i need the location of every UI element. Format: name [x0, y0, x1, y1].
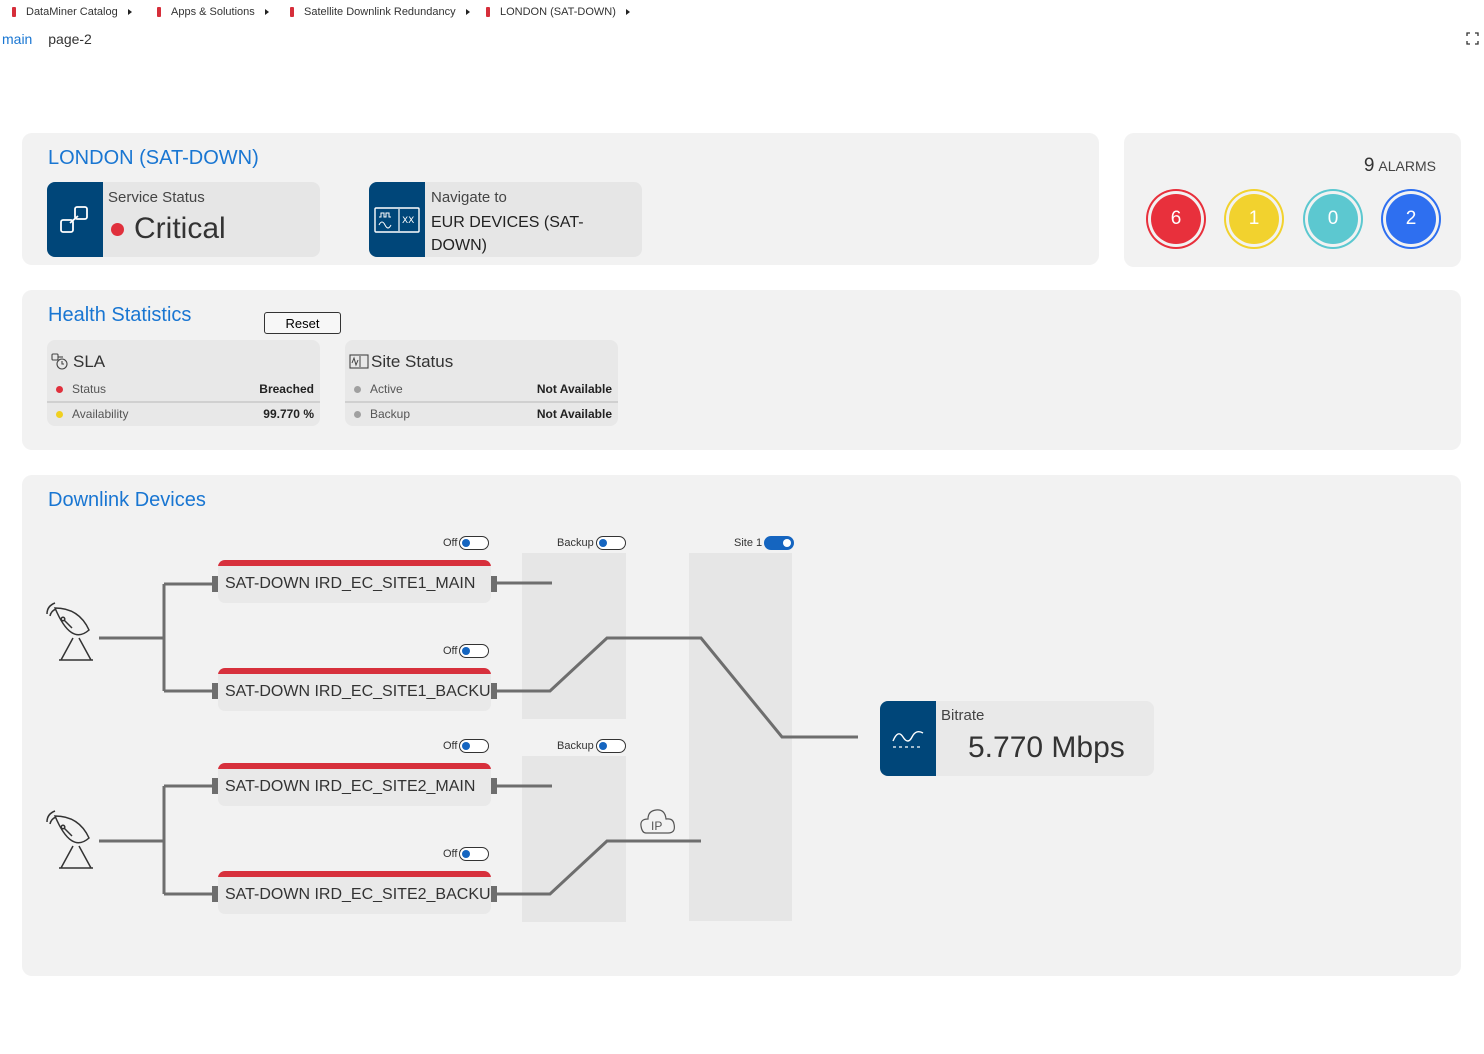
toggle-switch[interactable]: [595, 739, 626, 753]
toggle-label: Backup: [557, 740, 594, 752]
toggle-switch[interactable]: [459, 847, 490, 861]
device-site2-backup[interactable]: SAT-DOWN IRD_EC_SITE2_BACKUP: [218, 871, 491, 914]
link-line: [164, 784, 214, 896]
backup-switch-column-top: [522, 553, 626, 719]
toggle-label: Off: [443, 848, 458, 860]
site1-backup-toggle[interactable]: Off: [443, 644, 490, 658]
bitrate-value: 5.770 Mbps: [968, 731, 1125, 764]
satellite-dish-icon-site1: [46, 602, 93, 661]
site-switch-column: [689, 553, 792, 921]
alarm-bar: [218, 871, 491, 877]
ip-label: IP: [651, 819, 662, 833]
toggle-label: Site 1: [734, 537, 763, 549]
connector-block: [491, 576, 497, 592]
connector-block: [491, 683, 497, 699]
toggle-switch[interactable]: [595, 536, 626, 550]
connector-block: [491, 886, 497, 902]
toggle-switch[interactable]: [459, 644, 490, 658]
device-site1-backup[interactable]: SAT-DOWN IRD_EC_SITE1_BACKUP: [218, 668, 491, 711]
device-name: SAT-DOWN IRD_EC_SITE2_MAIN: [225, 778, 476, 795]
device-site1-main[interactable]: SAT-DOWN IRD_EC_SITE1_MAIN: [218, 560, 491, 603]
device-name: SAT-DOWN IRD_EC_SITE1_MAIN: [225, 575, 476, 592]
backup-toggle-bottom[interactable]: Backup: [557, 739, 626, 753]
alarm-bar: [218, 763, 491, 769]
toggle-switch[interactable]: [459, 739, 490, 753]
device-site2-main[interactable]: SAT-DOWN IRD_EC_SITE2_MAIN: [218, 763, 491, 806]
toggle-switch[interactable]: [764, 536, 795, 550]
toggle-label: Backup: [557, 537, 594, 549]
backup-switch-column-bottom: [522, 756, 626, 922]
bitrate-tile: Bitrate 5.770 Mbps: [880, 701, 1154, 776]
device-name: SAT-DOWN IRD_EC_SITE1_BACKUP: [225, 683, 491, 700]
connector-block: [491, 778, 497, 794]
bitrate-label: Bitrate: [941, 707, 985, 724]
alarm-bar: [218, 560, 491, 566]
device-name: SAT-DOWN IRD_EC_SITE2_BACKUP: [225, 886, 491, 903]
signal-wave-icon: [880, 701, 936, 776]
site2-backup-toggle[interactable]: Off: [443, 847, 490, 861]
satellite-dish-icon-site2: [46, 810, 93, 869]
toggle-switch[interactable]: [459, 536, 490, 550]
backup-toggle-top[interactable]: Backup: [557, 536, 626, 550]
toggle-label: Off: [443, 537, 458, 549]
toggle-label: Off: [443, 740, 458, 752]
site2-main-toggle[interactable]: Off: [443, 739, 490, 753]
site-toggle[interactable]: Site 1: [734, 536, 795, 550]
site1-main-toggle[interactable]: Off: [443, 536, 490, 550]
link-line: [164, 582, 214, 693]
toggle-label: Off: [443, 645, 458, 657]
alarm-bar: [218, 668, 491, 674]
